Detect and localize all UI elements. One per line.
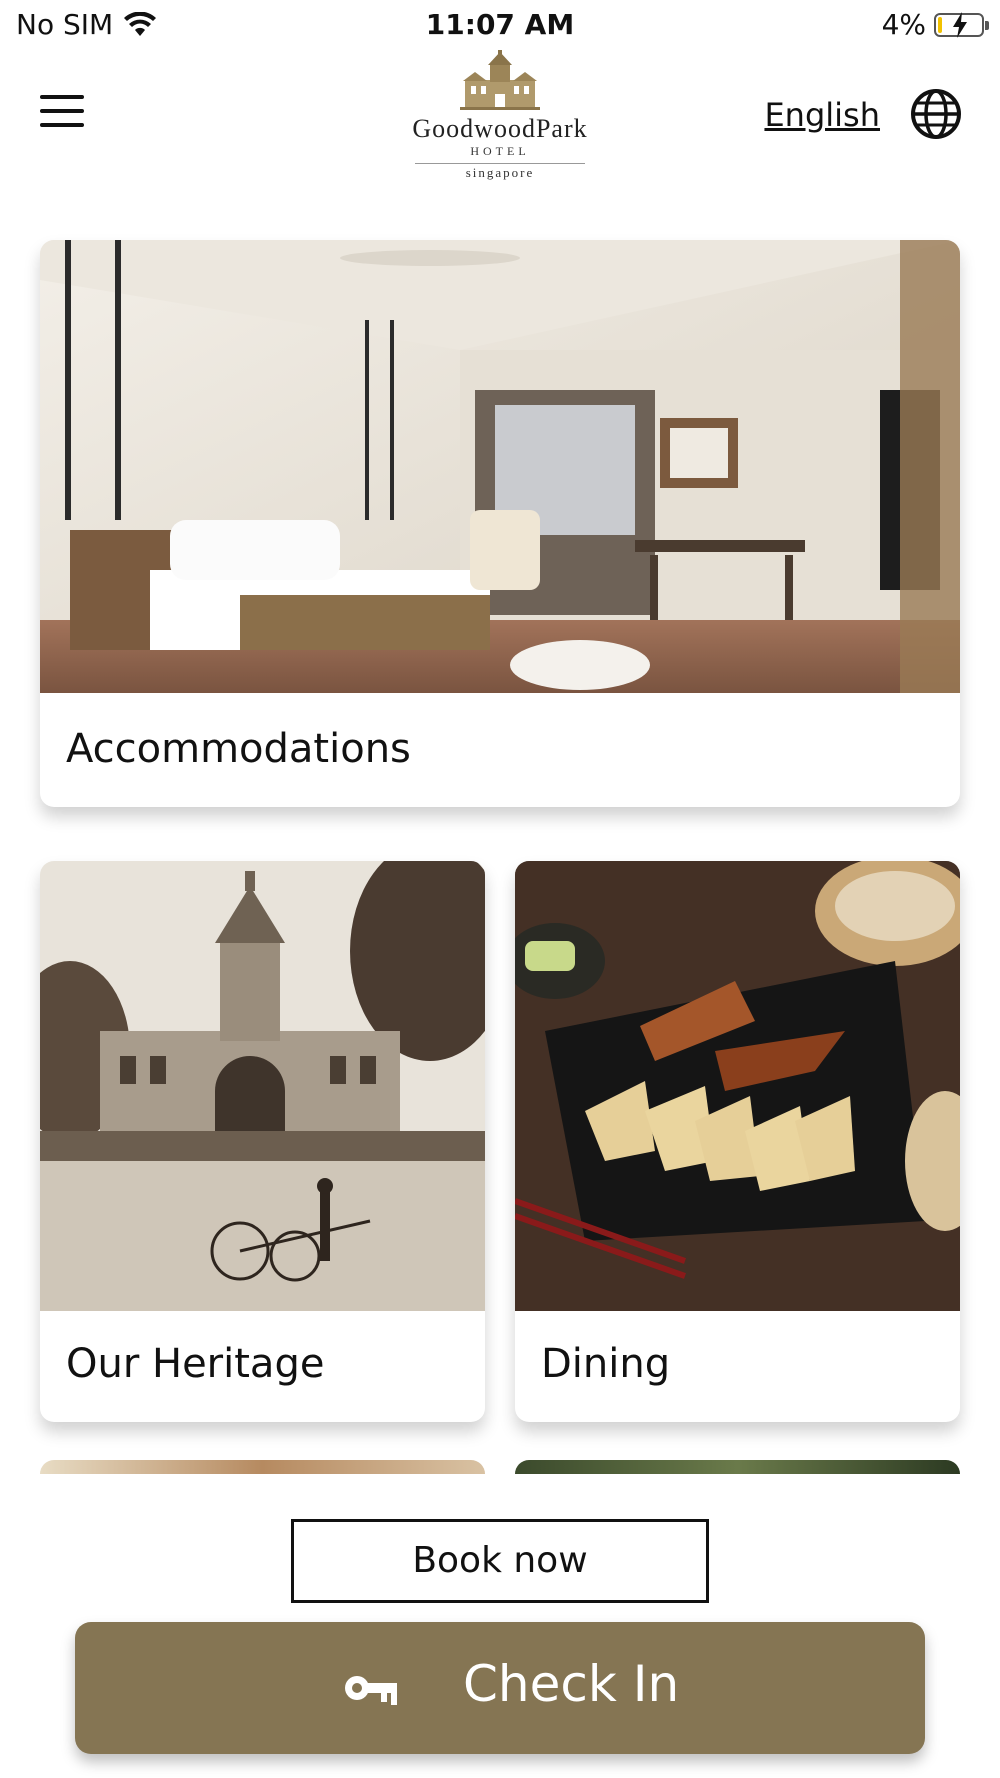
app-header: GoodwoodPark HOTEL singapore English bbox=[0, 50, 1000, 200]
bottom-action-bar: Book now Check In bbox=[0, 1474, 1000, 1778]
hotel-building-logo-icon bbox=[460, 50, 540, 110]
status-time: 11:07 AM bbox=[425, 8, 575, 41]
hamburger-icon-line bbox=[40, 123, 84, 127]
battery-percent: 4% bbox=[881, 8, 926, 41]
hotel-logo: GoodwoodPark HOTEL singapore bbox=[390, 50, 610, 180]
logo-city: singapore bbox=[465, 165, 535, 180]
check-in-button[interactable]: Check In bbox=[75, 1622, 925, 1754]
hamburger-icon-line bbox=[40, 95, 84, 99]
battery-icon bbox=[934, 11, 989, 38]
language-selector[interactable]: English bbox=[764, 96, 880, 134]
logo-divider bbox=[415, 163, 585, 164]
card-peek-right[interactable] bbox=[515, 1460, 960, 1474]
logo-name: GoodwoodPark bbox=[412, 114, 588, 143]
card-dining[interactable]: Dining bbox=[515, 861, 960, 1422]
heritage-image bbox=[40, 861, 485, 1311]
book-now-button[interactable]: Book now bbox=[291, 1519, 709, 1603]
card-our-heritage[interactable]: Our Heritage bbox=[40, 861, 485, 1422]
card-accommodations[interactable]: Accommodations bbox=[40, 240, 960, 807]
globe-icon[interactable] bbox=[910, 88, 962, 140]
card-peek-left[interactable] bbox=[40, 1460, 485, 1474]
menu-button[interactable] bbox=[40, 95, 88, 135]
logo-subtitle: HOTEL bbox=[470, 144, 530, 158]
status-bar: No SIM 11:07 AM 4% bbox=[0, 0, 1000, 50]
accommodations-image bbox=[40, 240, 960, 693]
card-accommodations-label: Accommodations bbox=[66, 726, 411, 772]
dining-image bbox=[515, 861, 960, 1311]
hamburger-icon-line bbox=[40, 109, 84, 113]
status-right: 4% bbox=[881, 8, 989, 41]
charging-bolt-icon bbox=[953, 11, 967, 38]
key-icon bbox=[345, 1676, 397, 1705]
check-in-label: Check In bbox=[463, 1655, 680, 1713]
card-our-heritage-label: Our Heritage bbox=[66, 1341, 325, 1387]
app-screen: No SIM 11:07 AM 4% GoodwoodPark HOTEL si… bbox=[0, 0, 1000, 1778]
card-dining-label: Dining bbox=[541, 1341, 671, 1387]
battery-level bbox=[938, 16, 942, 33]
